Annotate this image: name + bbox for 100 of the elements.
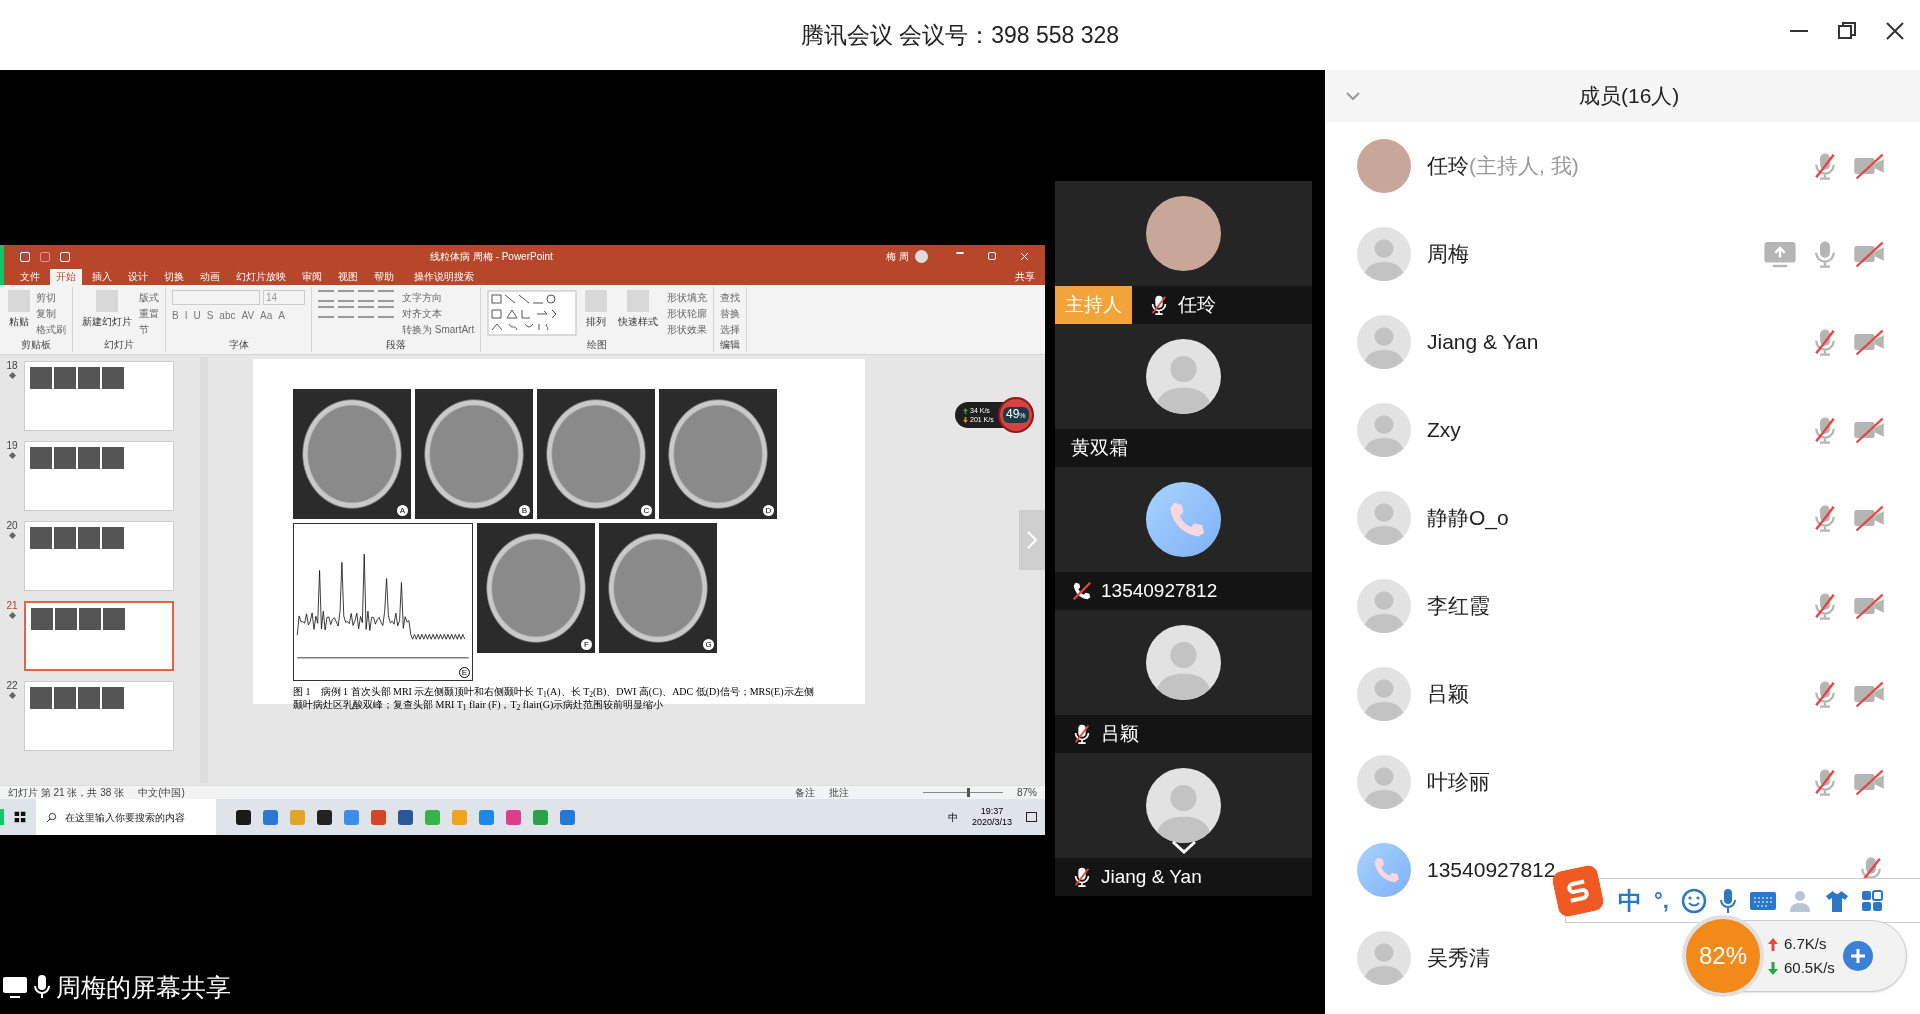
host-badge: 主持人 bbox=[1055, 286, 1132, 324]
font-format-button[interactable]: Aa bbox=[260, 308, 273, 324]
ribbon-button[interactable]: 替换 bbox=[720, 306, 741, 322]
camera-off-icon[interactable] bbox=[1852, 503, 1886, 533]
ribbon-button[interactable]: 格式刷 bbox=[36, 322, 66, 338]
share-button[interactable]: 共享 bbox=[1015, 269, 1035, 285]
member-row[interactable]: 叶珍丽 bbox=[1325, 738, 1920, 826]
ribbon-tab[interactable]: 设计 bbox=[122, 269, 154, 285]
member-row[interactable]: 吕颖 bbox=[1325, 650, 1920, 738]
ribbon-tab[interactable]: 审阅 bbox=[296, 269, 328, 285]
camera-off-icon[interactable] bbox=[1852, 679, 1886, 709]
video-tile[interactable]: 吕颖 bbox=[1055, 610, 1312, 753]
microphone-icon[interactable] bbox=[1718, 887, 1737, 914]
keyboard-icon[interactable] bbox=[1748, 890, 1777, 911]
ribbon-group-label: 剪贴板 bbox=[20, 340, 52, 352]
paragraph-format-icon[interactable] bbox=[338, 306, 354, 318]
ribbon-tab[interactable]: 文件 bbox=[14, 269, 46, 285]
font-format-button[interactable]: B bbox=[172, 308, 179, 324]
ribbon-button[interactable]: 复制 bbox=[36, 306, 66, 322]
taskbar-app-icon[interactable] bbox=[317, 809, 332, 825]
screen-share-icon[interactable] bbox=[1762, 239, 1798, 269]
font-format-button[interactable]: AV bbox=[241, 308, 255, 324]
restore-icon[interactable] bbox=[988, 252, 996, 260]
punctuation-label[interactable]: °, bbox=[1654, 884, 1669, 917]
restore-icon[interactable] bbox=[1836, 20, 1858, 42]
ribbon-button[interactable]: 形状效果 bbox=[667, 322, 708, 338]
status-text: 幻灯片 第 21 张，共 38 张 bbox=[8, 786, 125, 799]
ribbon-tab[interactable]: 帮助 bbox=[368, 269, 400, 285]
video-tile[interactable]: 主持人 任玲 bbox=[1055, 181, 1312, 324]
ribbon-button[interactable]: 重置 bbox=[139, 306, 159, 322]
camera-off-icon[interactable] bbox=[1852, 415, 1886, 445]
close-icon[interactable] bbox=[1020, 252, 1029, 261]
member-row[interactable]: 任玲(主持人, 我) bbox=[1325, 122, 1920, 210]
ribbon-tab[interactable]: 插入 bbox=[86, 269, 118, 285]
ime-indicator[interactable]: 中 bbox=[947, 809, 958, 825]
participant-name: 13540927812 bbox=[1101, 578, 1218, 603]
font-name-field[interactable] bbox=[172, 290, 260, 305]
video-tile[interactable]: 黄双霜 bbox=[1055, 324, 1312, 467]
tell-me-search[interactable]: 操作说明搜索 bbox=[414, 269, 474, 285]
smiley-icon[interactable] bbox=[1680, 887, 1707, 914]
app-title: 线粒体病 周梅 - PowerPoint bbox=[430, 250, 553, 264]
paragraph-format-icon[interactable] bbox=[318, 306, 334, 318]
font-format-button[interactable]: abc bbox=[219, 308, 236, 324]
notes-button[interactable]: 备注 bbox=[795, 786, 815, 799]
ribbon-button[interactable]: 剪切 bbox=[36, 290, 66, 306]
paragraph-format-icon[interactable] bbox=[358, 290, 374, 302]
ribbon-tab[interactable]: 幻灯片放映 bbox=[230, 269, 292, 285]
camera-off-icon[interactable] bbox=[1852, 151, 1886, 181]
slide-thumbnail[interactable] bbox=[24, 681, 174, 751]
close-icon[interactable] bbox=[1884, 20, 1906, 42]
font-format-button[interactable]: S bbox=[206, 308, 214, 324]
ribbon-button[interactable]: 形状填充 bbox=[667, 290, 708, 306]
notification-icon[interactable] bbox=[1026, 812, 1037, 822]
video-tile[interactable]: 13540927812 bbox=[1055, 467, 1312, 610]
ribbon-button[interactable]: 节 bbox=[139, 322, 159, 338]
camera-off-icon[interactable] bbox=[1852, 239, 1886, 269]
thumbnail-image-placeholder bbox=[30, 527, 52, 549]
taskbar-app-icon[interactable] bbox=[236, 809, 251, 825]
ribbon-button[interactable]: 对齐文本 bbox=[402, 306, 475, 322]
paragraph-format-icon[interactable] bbox=[378, 306, 394, 318]
shirt-icon[interactable] bbox=[1824, 888, 1849, 913]
paragraph-format-icon[interactable] bbox=[378, 290, 394, 302]
grid-icon[interactable] bbox=[1860, 889, 1883, 912]
slide-thumbnail[interactable] bbox=[24, 521, 174, 591]
member-row[interactable]: 静静O_o bbox=[1325, 474, 1920, 562]
camera-off-icon[interactable] bbox=[1852, 767, 1886, 797]
camera-off-icon[interactable] bbox=[1852, 591, 1886, 621]
ribbon-button[interactable]: 查找 bbox=[720, 290, 741, 306]
member-row[interactable]: 周梅 bbox=[1325, 210, 1920, 298]
add-button-icon[interactable] bbox=[1842, 941, 1873, 971]
paragraph-format-icon[interactable] bbox=[318, 290, 334, 302]
thumbnail-image-placeholder bbox=[78, 527, 100, 549]
ribbon-tab[interactable]: 动画 bbox=[194, 269, 226, 285]
participant-name: Jiang & Yan bbox=[1101, 864, 1202, 889]
paragraph-format-icon[interactable] bbox=[358, 306, 374, 318]
ribbon-button[interactable]: 形状轮廓 bbox=[667, 306, 708, 322]
font-format-button[interactable]: A bbox=[278, 308, 285, 324]
slide-thumbnail[interactable] bbox=[24, 441, 174, 511]
comments-button[interactable]: 批注 bbox=[829, 786, 849, 799]
member-row[interactable]: 李红霞 bbox=[1325, 562, 1920, 650]
ribbon-button[interactable]: 选择 bbox=[720, 322, 741, 338]
video-tile[interactable]: Jiang & Yan bbox=[1055, 753, 1312, 896]
ribbon-button[interactable]: 转换为 SmartArt bbox=[402, 322, 475, 338]
ribbon-tab[interactable]: 视图 bbox=[332, 269, 364, 285]
slide-thumbnail[interactable] bbox=[24, 361, 174, 431]
member-row[interactable]: Jiang & Yan bbox=[1325, 298, 1920, 386]
slide-thumbnail[interactable] bbox=[24, 601, 174, 671]
ime-mode-label[interactable]: 中 bbox=[1618, 882, 1642, 919]
ribbon-button[interactable]: 版式 bbox=[139, 290, 159, 306]
ribbon-tab[interactable]: 开始 bbox=[50, 269, 82, 285]
camera-off-icon[interactable] bbox=[1852, 327, 1886, 357]
font-format-button[interactable]: U bbox=[193, 308, 201, 324]
font-format-button[interactable]: I bbox=[184, 308, 188, 324]
ribbon-button[interactable]: 文字方向 bbox=[402, 290, 475, 306]
member-row[interactable]: Zxy bbox=[1325, 386, 1920, 474]
shapes-gallery-icon[interactable] bbox=[487, 290, 578, 336]
window-title: 腾讯会议 会议号：398 558 328 bbox=[800, 20, 1120, 50]
zoom-slider-thumb[interactable] bbox=[967, 788, 970, 797]
ribbon-tab[interactable]: 切换 bbox=[158, 269, 190, 285]
paragraph-format-icon[interactable] bbox=[338, 290, 354, 302]
